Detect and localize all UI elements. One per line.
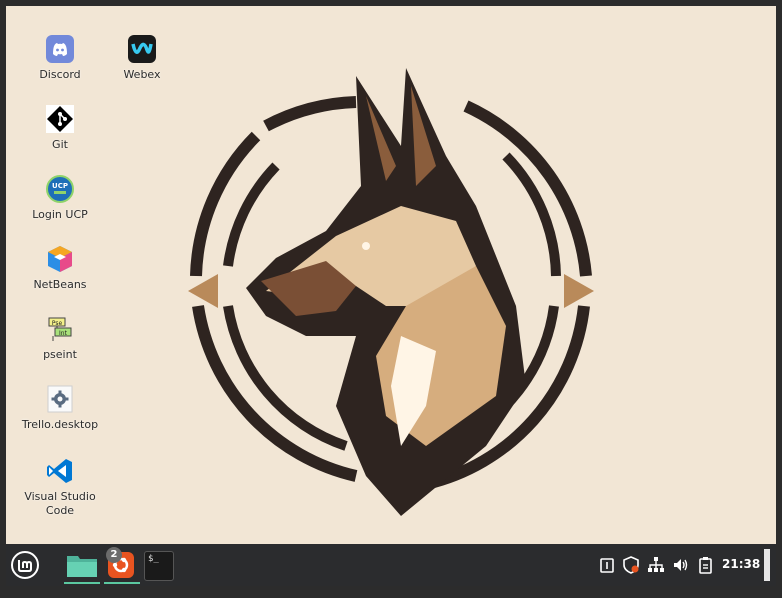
vscode-label: Visual Studio Code <box>24 490 96 517</box>
show-desktop-button[interactable] <box>764 549 770 581</box>
login-ucp-label: Login UCP <box>32 208 88 221</box>
files-active-indicator <box>64 582 100 584</box>
netbeans-launcher[interactable]: NetBeans <box>14 244 106 292</box>
network-icon[interactable] <box>647 556 665 574</box>
gear-icon <box>47 385 73 413</box>
folder-icon <box>67 556 97 577</box>
ubuntu-active-indicator <box>104 582 140 584</box>
git-launcher[interactable]: Git <box>14 104 106 152</box>
terminal-icon: $_ <box>148 554 159 564</box>
git-icon <box>46 105 74 133</box>
discord-icon <box>46 35 74 63</box>
svg-text:UCP: UCP <box>52 182 68 190</box>
desktop: Discord Webex Git UCP Login UCP NetBeans… <box>6 6 776 544</box>
volume-icon[interactable] <box>672 556 690 574</box>
window-count-badge: 2 <box>106 547 122 563</box>
netbeans-label: NetBeans <box>33 278 87 291</box>
files-taskbar-button[interactable] <box>62 544 102 586</box>
svg-text:Int: Int <box>59 330 68 337</box>
svg-text:Pse: Pse <box>52 320 63 327</box>
linux-mint-icon[interactable] <box>10 550 40 580</box>
vscode-launcher[interactable]: Visual Studio Code <box>14 456 106 518</box>
taskbar: 2 $_ 21:38 <box>6 544 776 586</box>
ucp-icon: UCP <box>46 175 74 203</box>
trello-launcher[interactable]: Trello.desktop <box>14 384 106 432</box>
webex-launcher[interactable]: Webex <box>96 34 188 82</box>
trello-label: Trello.desktop <box>21 418 99 431</box>
vscode-icon <box>47 459 72 483</box>
update-manager-icon[interactable] <box>598 556 616 574</box>
discord-launcher[interactable]: Discord <box>14 34 106 82</box>
pseint-launcher[interactable]: Pse Int pseint <box>14 314 106 362</box>
webex-label: Webex <box>123 68 161 81</box>
webex-icon <box>128 35 156 63</box>
login-ucp-launcher[interactable]: UCP Login UCP <box>14 174 106 222</box>
netbeans-icon <box>48 246 72 272</box>
git-label: Git <box>52 138 68 151</box>
shield-icon[interactable] <box>622 556 640 574</box>
pseint-label: pseint <box>43 348 77 361</box>
clock[interactable]: 21:38 <box>722 557 760 571</box>
pseint-icon: Pse Int <box>48 317 72 341</box>
discord-label: Discord <box>39 68 81 81</box>
wallpaper-dog-logo <box>188 68 594 516</box>
clipboard-icon[interactable] <box>697 556 715 574</box>
terminal-taskbar-button[interactable]: $_ <box>144 551 174 581</box>
